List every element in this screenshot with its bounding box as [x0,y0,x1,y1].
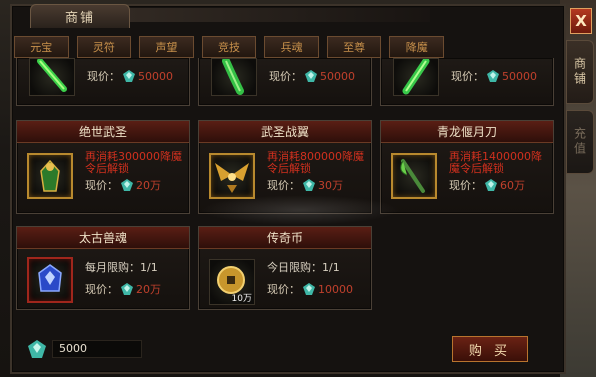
price-label: 现价： [451,70,484,83]
price-label: 现价： [449,179,482,192]
category-tab-jingji[interactable]: 竞技 [201,36,257,58]
dragon-blade-icon [391,153,437,199]
price-value: 30万 [318,179,343,192]
category-tab-yuanbao[interactable]: 元宝 [14,36,69,58]
gem-icon [121,283,133,295]
price-value: 10000 [318,282,353,296]
purchase-limit: 每月限购：1/1 [85,261,158,274]
category-tab-xiangmo[interactable]: 降魔 [389,36,445,58]
side-tab-shop[interactable]: 商铺 [566,40,594,104]
shop-card[interactable]: 青龙偃月刀 再消耗1400000降魔令后解锁 现价： 60万 [380,120,554,214]
green-blade-icon [29,58,75,96]
category-tab-lingfu[interactable]: 灵符 [76,36,132,58]
card-title: 传奇币 [199,227,371,249]
card-title: 武圣战翼 [199,121,371,143]
price-value: 50000 [138,69,173,83]
currency-balance: 5000 [52,340,142,358]
price-value: 50000 [502,69,537,83]
shop-card[interactable]: 传奇币 10万 今日限购：1/1 现价： 10000 [198,226,372,310]
green-armor-icon [211,57,257,96]
side-tab-recharge[interactable]: 充值 [566,110,594,174]
close-button[interactable]: X [570,8,592,34]
category-tab-binghun[interactable]: 兵魂 [264,36,319,58]
price-label: 现价： [87,70,120,83]
price-label: 现价： [85,283,118,296]
category-tabs: 元宝 灵符 声望 竞技 兵魂 至尊 降魔 [14,36,445,58]
shop-card[interactable]: 现价： 50000 [198,57,372,106]
price-row: 现价： 10000 [267,281,353,297]
price-value: 60万 [500,179,525,192]
shop-card[interactable]: 现价： 50000 [380,57,554,106]
price-value: 20万 [136,283,161,296]
title-ornament [130,8,430,22]
unlock-note: 再消耗800000降魔令后解锁 [267,151,364,175]
category-tab-shengwang[interactable]: 声望 [139,36,194,58]
shop-card[interactable]: 绝世武圣 再消耗300000降魔令后解锁 现价： 20万 [16,120,190,214]
gem-icon [123,70,135,82]
coin-icon: 10万 [209,259,255,305]
card-title: 太古兽魂 [17,227,189,249]
card-title: 绝世武圣 [17,121,189,143]
golden-wings-icon [209,153,255,199]
shop-card[interactable]: 现价： 50000 [16,58,190,106]
gem-icon [303,283,315,295]
stack-count: 10万 [231,294,252,304]
price-row: 现价： 30万 [267,177,343,193]
smoke-overlay [200,195,400,225]
price-row: 现价： 50000 [87,68,173,84]
green-spear-icon [393,57,439,96]
price-row: 现价： 50000 [269,68,355,84]
side-tab-bar: 商铺 充值 [566,40,596,180]
price-label: 现价： [85,179,118,192]
price-row: 现价： 20万 [85,177,161,193]
price-label: 现价： [267,179,300,192]
price-row: 现价： 60万 [449,177,525,193]
currency-gem-icon [28,340,46,358]
price-label: 现价： [267,283,300,296]
window-title: 商铺 [30,4,130,28]
buy-button[interactable]: 购 买 [452,336,528,362]
beast-soul-icon [27,257,73,303]
price-value: 20万 [136,179,161,192]
card-title: 青龙偃月刀 [381,121,553,143]
gem-icon [305,70,317,82]
gem-icon [121,179,133,191]
gem-icon [485,179,497,191]
price-row: 现价： 20万 [85,281,161,297]
gem-icon [303,179,315,191]
purchase-limit: 今日限购：1/1 [267,261,340,274]
unlock-note: 再消耗300000降魔令后解锁 [85,151,182,175]
category-tab-zhizun[interactable]: 至尊 [326,36,382,58]
shop-card[interactable]: 太古兽魂 每月限购：1/1 现价： 20万 [16,226,190,310]
price-row: 现价： 50000 [451,68,537,84]
warrior-armor-icon [27,153,73,199]
price-label: 现价： [269,70,302,83]
gem-icon [487,70,499,82]
unlock-note: 再消耗1400000降魔令后解锁 [449,151,542,175]
price-value: 50000 [320,69,355,83]
